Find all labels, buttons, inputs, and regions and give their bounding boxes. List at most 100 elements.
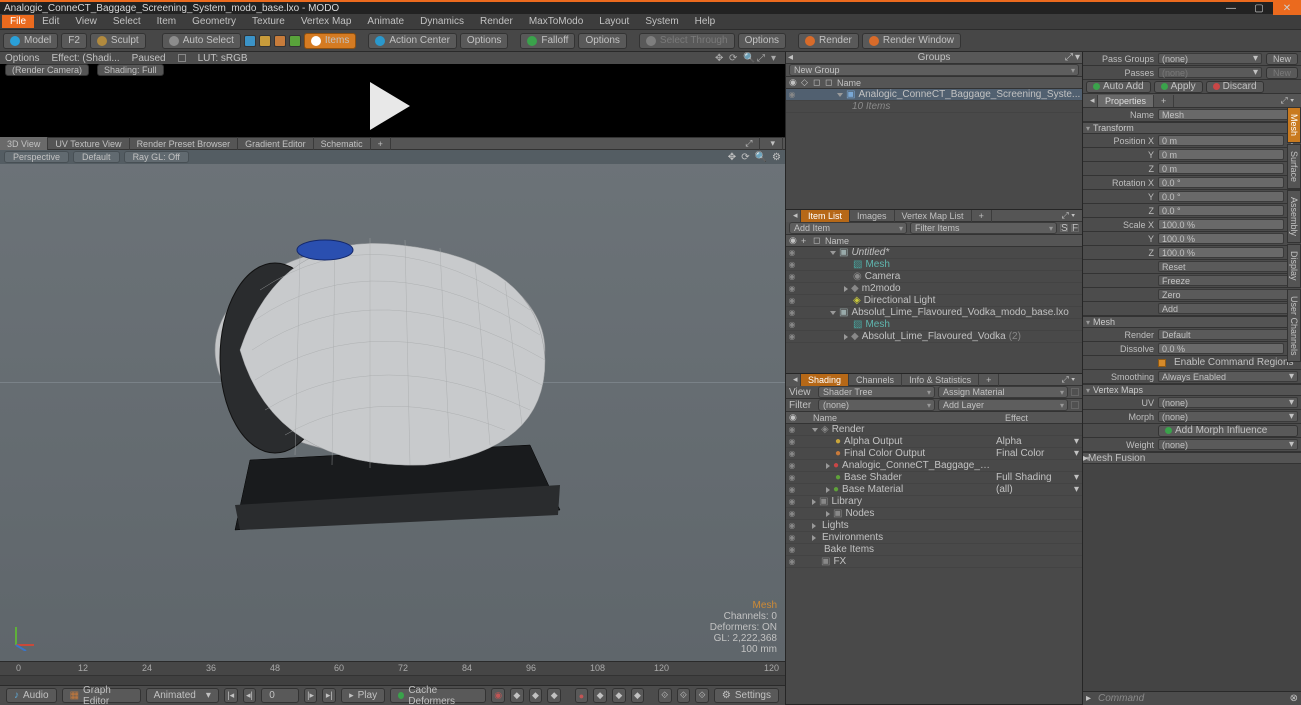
falloff-button[interactable]: Falloff xyxy=(520,33,575,49)
groups-expand-icon[interactable]: ⤢ xyxy=(1065,52,1073,63)
sel-polys-icon[interactable] xyxy=(274,35,286,47)
weight-select[interactable]: (none)▾ xyxy=(1158,439,1298,450)
preview-expand-icon[interactable]: ⤢ xyxy=(757,53,767,63)
maximize-button[interactable]: ▢ xyxy=(1245,1,1273,15)
assign-toggle[interactable] xyxy=(1071,388,1079,396)
step-back-button[interactable]: ◂| xyxy=(243,688,257,703)
passgroups-select[interactable]: (none)▾ xyxy=(1158,53,1262,64)
roty-input[interactable]: 0.0 ° xyxy=(1158,191,1284,202)
preview-move-icon[interactable]: ✥ xyxy=(715,53,725,63)
filter-s[interactable]: S xyxy=(1060,224,1068,232)
discard-button[interactable]: Discard xyxy=(1206,81,1264,93)
preview-checkbox[interactable] xyxy=(178,54,186,62)
item-row[interactable]: ◉◈Directional Light xyxy=(786,295,1082,307)
autoadd-button[interactable]: Auto Add xyxy=(1086,81,1151,93)
vp-perspective[interactable]: Perspective xyxy=(4,151,69,163)
shader-row[interactable]: ◉●Analogic_ConneCT_Baggage_Screenin ... xyxy=(786,460,1082,472)
item-row[interactable]: ◉◆m2modo xyxy=(786,283,1082,295)
vp-expand-icon[interactable]: ⤢ xyxy=(738,137,760,150)
tab-add2[interactable]: + xyxy=(979,374,999,386)
il-plus-icon[interactable]: + xyxy=(798,236,810,246)
mesh-section[interactable]: Mesh xyxy=(1083,316,1301,328)
apply-button[interactable]: Apply xyxy=(1154,81,1203,93)
timeline[interactable]: 0 12 24 36 48 60 72 84 96 108 120 120 xyxy=(0,661,785,685)
tab-schematic[interactable]: Schematic xyxy=(314,137,371,150)
filter-f[interactable]: F xyxy=(1071,224,1079,232)
shader-row[interactable]: ◉●Base Material(all)▾ xyxy=(786,484,1082,496)
render-camera-pill[interactable]: (Render Camera) xyxy=(5,64,89,76)
step-start-button[interactable]: |◂ xyxy=(224,688,238,703)
preview-menu-icon[interactable]: ▾ xyxy=(771,53,781,63)
play-icon[interactable] xyxy=(370,82,410,130)
menu-edit[interactable]: Edit xyxy=(34,15,67,28)
link-c-icon[interactable]: ⟐ xyxy=(695,688,709,703)
settings-button[interactable]: ⚙Settings xyxy=(714,688,779,703)
key-a-icon[interactable]: ◆ xyxy=(510,688,524,703)
shadertree-select[interactable]: Shader Tree xyxy=(818,386,935,398)
menu-animate[interactable]: Animate xyxy=(359,15,412,28)
menu-layout[interactable]: Layout xyxy=(591,15,637,28)
cmd-clear-icon[interactable]: ⊗ xyxy=(1290,693,1298,704)
cachedeformers-button[interactable]: Cache Deformers xyxy=(390,688,486,703)
tab-uvtexture[interactable]: UV Texture View xyxy=(48,137,129,150)
menu-file[interactable]: File xyxy=(2,15,34,28)
tab-itemlist[interactable]: Item List xyxy=(801,210,850,222)
itemlist-expand-icon[interactable]: ⤢ ▾ xyxy=(1055,210,1082,222)
preview-refresh-icon[interactable]: ⟳ xyxy=(729,53,739,63)
preview-paused[interactable]: Paused xyxy=(132,53,166,64)
name-input[interactable]: Mesh xyxy=(1158,109,1298,120)
menu-render[interactable]: Render xyxy=(472,15,521,28)
add-select[interactable]: Add▾ xyxy=(1158,303,1298,314)
addlayer-toggle[interactable] xyxy=(1071,401,1079,409)
filteritems-input[interactable]: Filter Items xyxy=(910,222,1057,234)
meshfusion-section[interactable]: ▸ Mesh Fusion xyxy=(1083,452,1301,464)
tab-shading[interactable]: Shading xyxy=(801,374,849,386)
vp-menu-icon[interactable]: ▾ xyxy=(763,137,783,150)
sidetab-userchannels[interactable]: User Channels xyxy=(1287,289,1301,363)
tab-add[interactable]: + xyxy=(371,137,391,150)
sh-eye-icon[interactable]: ◉ xyxy=(786,412,798,423)
shader-row[interactable]: ◉●Alpha OutputAlpha▾ xyxy=(786,436,1082,448)
shading-pill[interactable]: Shading: Full xyxy=(97,64,164,76)
item-row[interactable]: ◉▧Mesh xyxy=(786,259,1082,271)
scly-input[interactable]: 100.0 % xyxy=(1158,233,1284,244)
menu-item[interactable]: Item xyxy=(149,15,184,28)
addlayer-select[interactable]: Add Layer xyxy=(938,399,1068,411)
col-lock-icon[interactable]: ◇ xyxy=(798,77,810,88)
sidetab-mesh[interactable]: Mesh xyxy=(1287,107,1301,143)
key-c-icon[interactable]: ◆ xyxy=(547,688,561,703)
props-expand-icon[interactable]: ⤢ ▾ xyxy=(1274,95,1301,107)
posx-input[interactable]: 0 m xyxy=(1158,135,1284,146)
tab-images[interactable]: Images xyxy=(850,210,895,222)
sidetab-surface[interactable]: Surface xyxy=(1287,144,1301,189)
col-c-icon[interactable]: ◻ xyxy=(810,77,822,88)
renderwindow-button[interactable]: Render Window xyxy=(862,33,961,49)
menu-dynamics[interactable]: Dynamics xyxy=(412,15,472,28)
render-select[interactable]: Default▾ xyxy=(1158,329,1298,340)
vp-gear-icon[interactable]: ⚙ xyxy=(772,152,781,163)
item-row[interactable]: ◉▣Absolut_Lime_Flavoured_Vodka_modo_base… xyxy=(786,307,1082,319)
options-ac-button[interactable]: Options xyxy=(460,33,508,49)
link-a-icon[interactable]: ⟐ xyxy=(658,688,672,703)
freeze-select[interactable]: Freeze▾ xyxy=(1158,275,1298,286)
preview-options[interactable]: Options xyxy=(5,53,39,64)
actioncenter-button[interactable]: Action Center xyxy=(368,33,457,49)
render-button[interactable]: Render xyxy=(798,33,859,49)
sidetab-display[interactable]: Display xyxy=(1287,244,1301,288)
frame-input[interactable]: 0 xyxy=(261,688,299,703)
vp-move-icon[interactable]: ✥ xyxy=(728,152,736,163)
morph-select[interactable]: (none)▾ xyxy=(1158,411,1298,422)
passes-new-button[interactable]: New xyxy=(1266,67,1298,79)
transform-section[interactable]: Transform xyxy=(1083,122,1301,134)
step-fwd-button[interactable]: |▸ xyxy=(304,688,318,703)
dissolve-input[interactable]: 0.0 % xyxy=(1158,343,1284,354)
key-e-icon[interactable]: ◆ xyxy=(612,688,626,703)
shader-row[interactable]: ◉Environments xyxy=(786,532,1082,544)
col-eye-icon[interactable]: ◉ xyxy=(786,77,798,88)
rotz-input[interactable]: 0.0 ° xyxy=(1158,205,1284,216)
shader-row[interactable]: ◉●Final Color OutputFinal Color▾ xyxy=(786,448,1082,460)
il-col-icon[interactable]: ◻ xyxy=(810,235,822,246)
shader-row[interactable]: ◉◈Render xyxy=(786,424,1082,436)
record-key-icon[interactable]: ◉ xyxy=(491,688,505,703)
posz-input[interactable]: 0 m xyxy=(1158,163,1284,174)
